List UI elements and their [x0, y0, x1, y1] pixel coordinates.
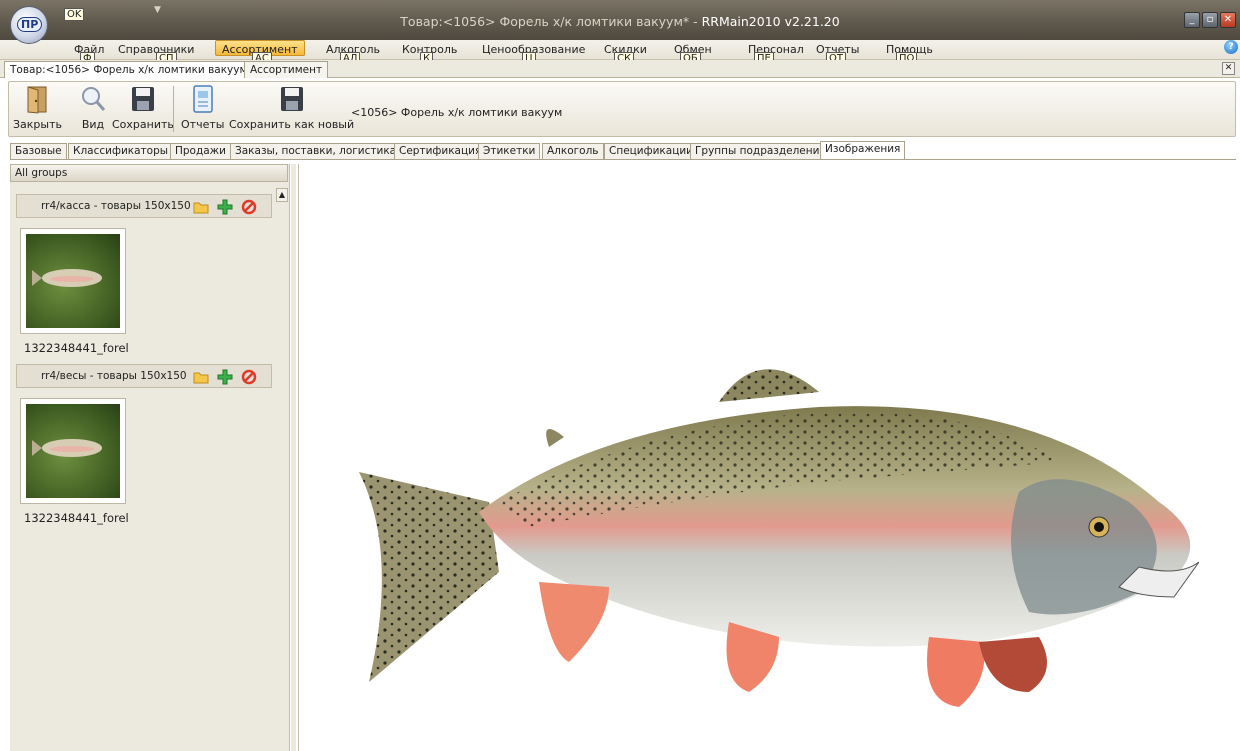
orb-label: ПР	[17, 17, 43, 32]
images-panel: All groups ▲ rr4/касса - товары 150x150 …	[10, 159, 1236, 751]
document-tabs: Товар:<1056> Форель х/к ломтики вакуум* …	[0, 60, 1240, 78]
window-title: Товар:<1056> Форель х/к ломтики вакуум* …	[400, 14, 840, 29]
trout-image	[359, 369, 1199, 707]
toolbar: Закрыть Вид Сохранить Отчеты Сохранить к…	[8, 81, 1236, 137]
doc-tab-assortment[interactable]: Ассортимент	[244, 61, 329, 78]
plus-icon[interactable]	[217, 199, 233, 215]
help-icon[interactable]: ?	[1224, 40, 1238, 54]
report-icon	[192, 85, 213, 113]
tab-classifiers[interactable]: Классификаторы	[68, 143, 174, 159]
tab-labels[interactable]: Этикетки	[478, 143, 541, 159]
no-entry-icon[interactable]	[241, 199, 257, 215]
close-label: Закрыть	[13, 118, 62, 131]
group-label: rr4/весы - товары 150x150	[41, 370, 187, 382]
group-header-register: rr4/касса - товары 150x150	[16, 194, 272, 218]
no-entry-icon[interactable]	[241, 369, 257, 385]
ribbon-tabs: Файл Справочники Ассортимент Алкоголь Ко…	[0, 40, 1240, 65]
tab-basic[interactable]: Базовые	[10, 143, 67, 159]
tab-certification[interactable]: Сертификация	[394, 143, 487, 159]
doc-tab-product[interactable]: Товар:<1056> Форель х/к ломтики вакуум*	[4, 61, 259, 78]
toolbar-separator	[173, 86, 174, 132]
title-bar: OK ▼ Товар:<1056> Форель х/к ломтики вак…	[0, 0, 1240, 40]
tab-sales[interactable]: Продажи	[170, 143, 231, 159]
image-caption: 1322348441_forel	[24, 341, 129, 355]
item-title: <1056> Форель х/к ломтики вакуум	[351, 106, 563, 119]
floppy-icon	[131, 87, 154, 111]
view-button[interactable]: Вид	[79, 84, 107, 131]
folder-icon[interactable]	[193, 369, 209, 385]
tab-alcohol[interactable]: Алкоголь	[542, 143, 604, 159]
application-menu-button[interactable]: ПР	[10, 6, 48, 44]
tab-division-groups[interactable]: Группы подразделений	[690, 143, 832, 159]
magnifier-icon	[82, 87, 106, 111]
tab-specifications[interactable]: Спецификации	[604, 143, 698, 159]
close-button[interactable]: Закрыть	[13, 84, 62, 131]
tab-orders[interactable]: Заказы, поставки, логистика	[230, 143, 402, 159]
image-caption: 1322348441_forel	[24, 511, 129, 525]
save-as-new-button[interactable]: Сохранить как новый	[229, 84, 354, 131]
close-document-button[interactable]: ✕	[1222, 62, 1235, 75]
door-icon	[27, 86, 46, 114]
group-header-scales: rr4/весы - товары 150x150	[16, 364, 272, 388]
trout-thumbnail-image	[26, 404, 120, 498]
pane-splitter[interactable]	[291, 164, 296, 751]
minimize-button[interactable]: _	[1184, 12, 1200, 28]
save-as-new-label: Сохранить как новый	[229, 118, 355, 131]
image-thumbnail[interactable]	[20, 398, 126, 504]
tab-images[interactable]: Изображения	[820, 141, 906, 159]
close-window-button[interactable]: ✕	[1220, 12, 1236, 28]
maximize-button[interactable]: ▫	[1202, 12, 1218, 28]
view-label: Вид	[81, 118, 105, 131]
save-label: Сохранить	[112, 118, 174, 131]
image-thumbnail[interactable]	[20, 228, 126, 334]
reports-button[interactable]: Отчеты	[181, 84, 224, 131]
image-groups-pane: All groups ▲ rr4/касса - товары 150x150 …	[10, 164, 290, 751]
property-tabs: Базовые Классификаторы Продажи Заказы, п…	[10, 141, 1236, 159]
image-viewer	[298, 164, 1236, 751]
plus-icon[interactable]	[217, 369, 233, 385]
trout-thumbnail-image	[26, 234, 120, 328]
group-label: rr4/касса - товары 150x150	[41, 200, 191, 212]
scroll-up-button[interactable]: ▲	[276, 188, 288, 202]
save-button[interactable]: Сохранить	[112, 84, 174, 131]
all-groups-header[interactable]: All groups	[10, 164, 288, 182]
reports-label: Отчеты	[181, 118, 225, 131]
floppy-icon	[280, 87, 303, 111]
folder-icon[interactable]	[193, 199, 209, 215]
